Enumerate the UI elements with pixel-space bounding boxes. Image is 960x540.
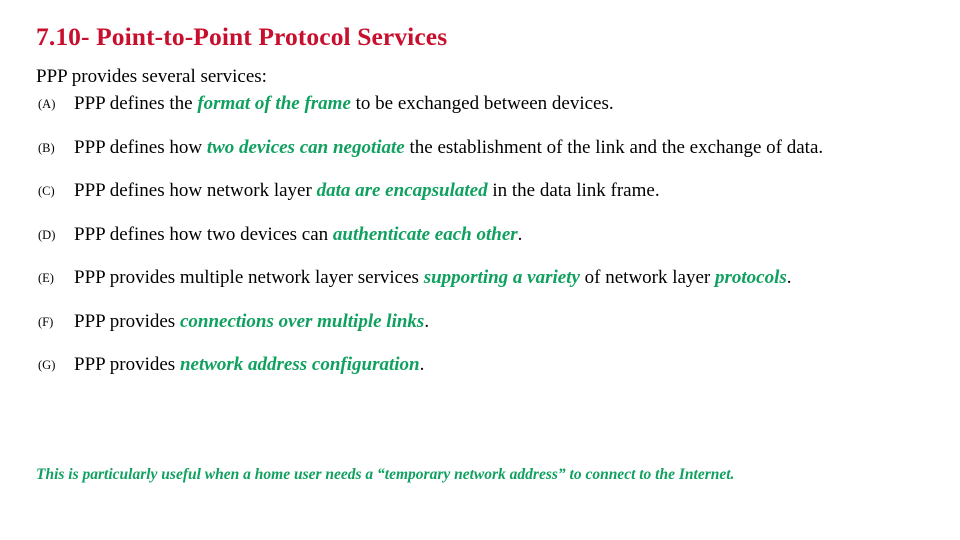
- item-text-pre-a: PPP defines the: [74, 93, 198, 114]
- intro-text: PPP provides several services:: [36, 66, 267, 87]
- item-text-post-a: to be exchanged between devices.: [350, 93, 614, 114]
- item-emphasis-e: supporting a variety: [423, 267, 580, 288]
- item-text-post-g: .: [419, 354, 425, 375]
- service-item-f: (F) PPP provides connections over multipl…: [36, 309, 932, 335]
- service-item-a: (A) PPP defines the format of the frame t…: [36, 91, 932, 117]
- item-emphasis-f: connections over multiple links: [179, 310, 425, 332]
- closing-note: This is particularly useful when a home …: [36, 466, 735, 483]
- item-emphasis-c: data are encapsulated: [316, 180, 488, 201]
- item-text-pre-e: PPP provides multiple network layer serv…: [74, 267, 424, 288]
- service-item-e: (E) PPP provides multiple network layer s…: [36, 265, 932, 291]
- item-emphasis-a: format of the frame: [197, 93, 351, 114]
- item-emphasis-e-2: protocols: [714, 267, 787, 288]
- item-marker-c: (C): [38, 184, 55, 198]
- item-text-post-b: the establishment of the link and the ex…: [404, 136, 824, 158]
- slide-canvas: 7.10- Point-to-Point Protocol Services P…: [0, 0, 960, 540]
- item-marker-a: (A): [38, 97, 56, 111]
- item-marker-g: (G): [38, 358, 56, 372]
- item-emphasis-d: authenticate each other: [332, 223, 518, 245]
- item-text-pre-b: PPP defines how: [74, 136, 207, 158]
- item-marker-b: (B): [38, 140, 55, 155]
- item-text-pre-f: PPP provides: [74, 310, 180, 332]
- item-marker-d: (D): [38, 227, 56, 242]
- item-marker-f: (F): [38, 314, 54, 329]
- item-text-post-c: in the data link frame.: [487, 180, 660, 201]
- item-emphasis-b: two devices can negotiate: [206, 136, 405, 158]
- service-item-c: (C) PPP defines how network layer data ar…: [36, 178, 932, 204]
- slide-body: PPP provides several services: (A) PPP de…: [36, 64, 932, 378]
- item-text-post-f: .: [424, 310, 430, 332]
- item-text-mid-e: of network layer: [579, 267, 715, 288]
- item-text-pre-d: PPP defines how two devices can: [74, 223, 333, 245]
- item-text-post-d: .: [517, 223, 523, 245]
- item-emphasis-g: network address configuration: [179, 354, 420, 375]
- service-item-b: (B) PPP defines how two devices can negot…: [36, 135, 932, 161]
- item-marker-e: (E): [38, 271, 54, 285]
- item-text-post-e: .: [786, 267, 792, 288]
- service-item-g: (G) PPP provides network address configur…: [36, 352, 932, 378]
- item-text-pre-c: PPP defines how network layer: [74, 180, 317, 201]
- item-text-pre-g: PPP provides: [74, 354, 180, 375]
- page-title: 7.10- Point-to-Point Protocol Services: [36, 22, 448, 51]
- service-item-d: (D) PPP defines how two devices can authe…: [36, 222, 932, 248]
